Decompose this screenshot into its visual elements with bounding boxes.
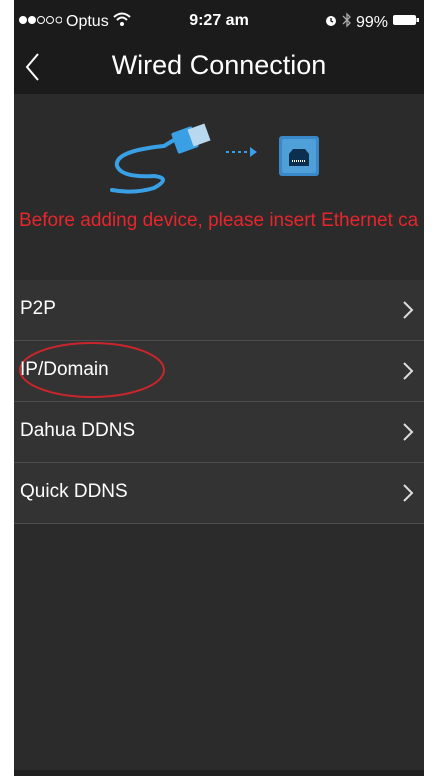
status-bar: Optus 9:27 am 99%	[14, 0, 424, 44]
menu-item-label: Dahua DDNS	[20, 420, 136, 441]
menu-item-quick-ddns[interactable]: Quick DDNS	[14, 463, 424, 524]
battery-percent: 99%	[355, 13, 388, 31]
battery-icon	[392, 13, 420, 32]
menu-item-ip-domain[interactable]: IP/Domain	[14, 341, 424, 402]
ethernet-port-icon	[279, 136, 319, 176]
menu-item-label: IP/Domain	[20, 359, 109, 380]
ethernet-cable-icon	[110, 123, 211, 194]
arrow-right-icon	[226, 147, 257, 157]
connection-menu: P2P IP/Domain Dahua DDNS Quick DDNS	[14, 280, 424, 524]
page-title: Wired Connection	[111, 50, 327, 80]
chevron-right-icon	[402, 422, 414, 447]
navigation-bar: Wired Connection	[14, 44, 424, 94]
menu-item-label: Quick DDNS	[20, 481, 128, 502]
alarm-icon	[324, 13, 338, 32]
bluetooth-icon	[342, 12, 352, 33]
chevron-right-icon	[402, 300, 414, 325]
connection-illustration-panel: Before adding device, please insert Ethe…	[14, 94, 424, 280]
status-right: 99%	[324, 12, 420, 33]
empty-area	[14, 524, 424, 770]
menu-item-p2p[interactable]: P2P	[14, 280, 424, 341]
menu-item-label: P2P	[20, 298, 56, 319]
menu-item-dahua-ddns[interactable]: Dahua DDNS	[14, 402, 424, 463]
phone-screen: Optus 9:27 am 99% Wired Connection Befor…	[14, 0, 424, 776]
notice-text: Before adding device, please insert Ethe…	[19, 210, 419, 231]
ethernet-illustration	[14, 116, 424, 196]
chevron-right-icon	[402, 361, 414, 386]
chevron-right-icon	[402, 483, 414, 508]
